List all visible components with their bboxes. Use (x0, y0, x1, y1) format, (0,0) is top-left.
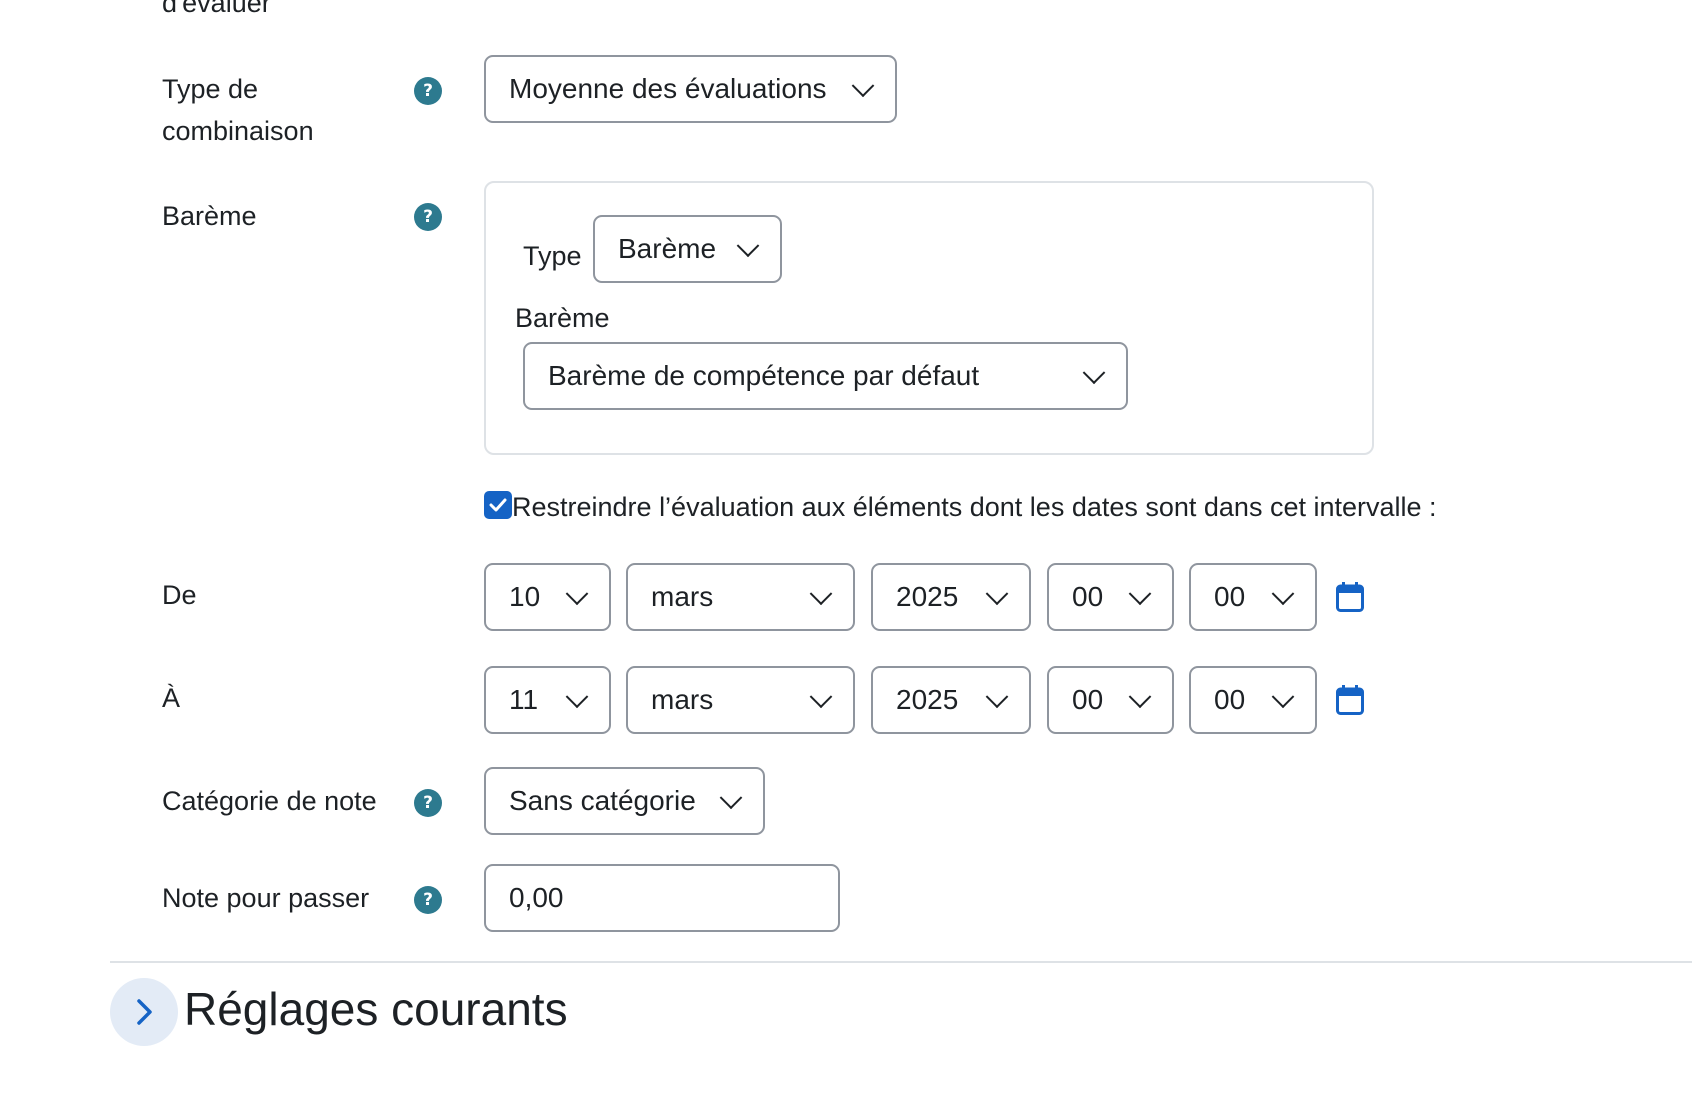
from-year-value: 2025 (896, 581, 959, 612)
from-hour-value: 00 (1072, 581, 1104, 612)
restrict-dates-checkbox[interactable] (484, 491, 512, 519)
question-circle-icon[interactable]: ? (414, 886, 442, 914)
chevron-down-icon (565, 685, 589, 709)
question-circle-icon[interactable]: ? (414, 203, 442, 231)
to-hour-value: 00 (1072, 684, 1104, 715)
to-minute-select[interactable]: 00 (1189, 666, 1317, 734)
chevron-down-icon (736, 234, 760, 258)
to-year-select[interactable]: 2025 (871, 666, 1031, 734)
from-day-value: 10 (509, 581, 541, 612)
from-date-label: De (162, 580, 197, 610)
to-hour-select[interactable]: 00 (1047, 666, 1174, 734)
to-year-value: 2025 (896, 684, 959, 715)
chevron-down-icon (719, 786, 743, 810)
from-hour-select[interactable]: 00 (1047, 563, 1174, 631)
scale-select[interactable]: Barème de compétence par défaut (523, 342, 1128, 410)
grade-pass-label: Note pour passer (162, 883, 370, 913)
grade-category-label: Catégorie de note (162, 786, 377, 816)
restrict-dates-label: Restreindre l’évaluation aux éléments do… (512, 492, 1437, 522)
section-title[interactable]: Réglages courants (184, 982, 568, 1036)
scale-label: Barème (162, 201, 257, 231)
combination-type-label-line2: combinaison (162, 116, 314, 146)
from-minute-select[interactable]: 00 (1189, 563, 1317, 631)
chevron-right-icon (137, 999, 152, 1025)
from-minute-value: 00 (1214, 581, 1246, 612)
chevron-down-icon (1128, 582, 1152, 606)
to-month-value: mars (651, 684, 714, 715)
from-month-select[interactable]: mars (626, 563, 855, 631)
calendar-icon[interactable] (1336, 582, 1364, 612)
calendar-icon[interactable] (1336, 685, 1364, 715)
chevron-down-icon (809, 582, 833, 606)
combination-type-label: Type de combinaison (162, 68, 314, 152)
scale-type-value: Barème (618, 233, 717, 264)
chevron-down-icon (1271, 582, 1295, 606)
chevron-down-icon (851, 74, 875, 98)
checkmark-icon (489, 498, 507, 512)
chevron-down-icon (1128, 685, 1152, 709)
from-month-value: mars (651, 581, 714, 612)
chevron-down-icon (565, 582, 589, 606)
scale-type-label: Type (523, 241, 582, 271)
from-day-select[interactable]: 10 (484, 563, 611, 631)
chevron-down-icon (1082, 361, 1106, 385)
question-circle-icon[interactable]: ? (414, 77, 442, 105)
scale-select-label: Barème (515, 303, 610, 333)
from-year-select[interactable]: 2025 (871, 563, 1031, 631)
question-circle-icon[interactable]: ? (414, 789, 442, 817)
to-day-select[interactable]: 11 (484, 666, 611, 734)
chevron-down-icon (1271, 685, 1295, 709)
chevron-down-icon (985, 582, 1009, 606)
combination-type-select[interactable]: Moyenne des évaluations (484, 55, 897, 123)
to-day-value: 11 (509, 684, 539, 715)
chevron-down-icon (809, 685, 833, 709)
grade-category-value: Sans catégorie (509, 785, 696, 816)
partial-field-label: d'évaluer (162, 0, 271, 18)
to-date-label: À (162, 683, 181, 713)
chevron-down-icon (985, 685, 1009, 709)
section-expand-button[interactable] (110, 978, 178, 1046)
scale-select-value: Barème de compétence par défaut (548, 360, 980, 391)
grade-category-select[interactable]: Sans catégorie (484, 767, 765, 835)
combination-type-label-line1: Type de (162, 74, 259, 104)
combination-type-value: Moyenne des évaluations (509, 73, 827, 104)
grade-pass-input[interactable] (484, 864, 840, 932)
to-minute-value: 00 (1214, 684, 1246, 715)
section-divider (110, 961, 1692, 963)
scale-type-select[interactable]: Barème (593, 215, 782, 283)
to-month-select[interactable]: mars (626, 666, 855, 734)
